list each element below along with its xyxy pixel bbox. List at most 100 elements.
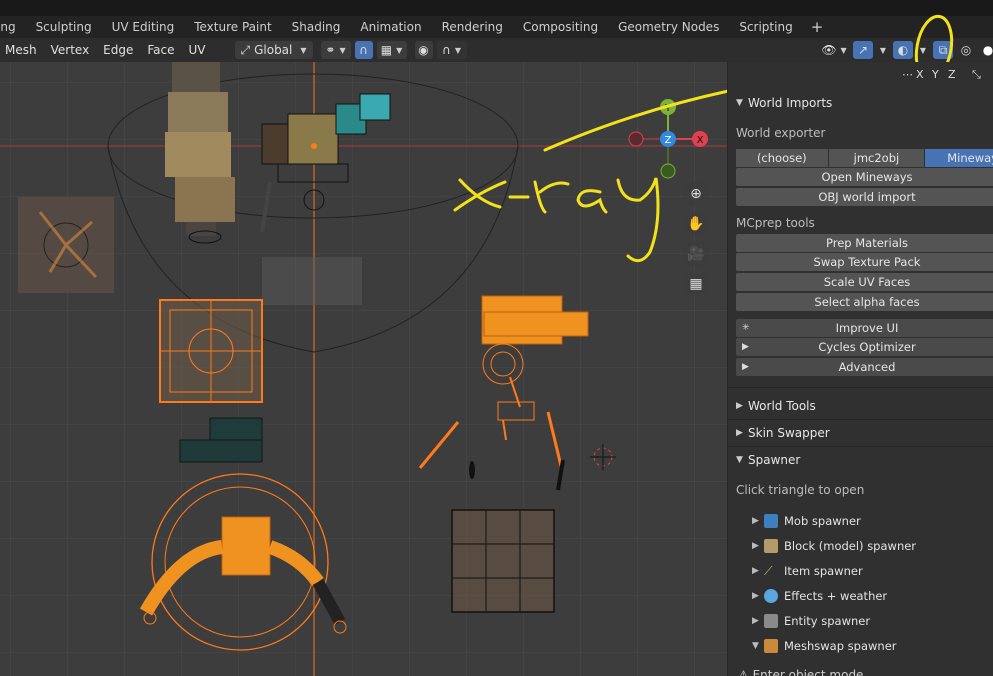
chevron-right-icon: ▶: [752, 616, 759, 626]
tab-texture-paint[interactable]: Texture Paint: [184, 16, 281, 38]
chevron-down-icon: ▼: [840, 45, 847, 55]
scale-uv-faces-button[interactable]: Scale UV Faces: [736, 273, 993, 291]
tab-scripting[interactable]: Scripting: [729, 16, 802, 38]
menu-vertex[interactable]: Vertex: [44, 43, 97, 57]
pivot-point-button[interactable]: ⚭ ▼: [320, 41, 351, 59]
menu-uv[interactable]: UV: [182, 43, 213, 57]
add-workspace-button[interactable]: +: [803, 18, 832, 36]
tab-uv-editing[interactable]: UV Editing: [102, 16, 185, 38]
tab-compositing[interactable]: Compositing: [513, 16, 608, 38]
spawner-item-entity[interactable]: ▶ Entity spawner: [752, 614, 870, 628]
grid-icon: ▦: [689, 276, 703, 292]
wireframe-shading-button[interactable]: ◎: [957, 41, 975, 59]
orientation-dropdown[interactable]: ⤢ Global ▼: [234, 41, 313, 59]
visibility-button[interactable]: 👁 ▼: [819, 41, 849, 59]
select-alpha-faces-button[interactable]: Select alpha faces: [736, 293, 993, 311]
block-icon: [764, 539, 778, 553]
section-world-tools[interactable]: ▶ World Tools: [736, 399, 816, 413]
meshswap-icon: [764, 639, 778, 653]
prep-materials-button[interactable]: Prep Materials: [736, 234, 993, 252]
section-title: World Imports: [748, 96, 833, 110]
tab-shading[interactable]: Shading: [282, 16, 351, 38]
warning-icon: ⚠: [738, 668, 749, 676]
falloff-button[interactable]: ∩ ▼: [436, 41, 467, 59]
selected-character-object: [418, 295, 589, 491]
exporter-choose[interactable]: (choose): [736, 149, 828, 167]
spawner-hint: Click triangle to open: [736, 483, 865, 497]
chevron-down-icon: ▼: [736, 455, 743, 465]
advanced-toggle[interactable]: ▶ Advanced: [736, 358, 993, 376]
snap-target-button[interactable]: ▦ ▼: [376, 41, 407, 59]
obj-import-button[interactable]: OBJ world import: [736, 188, 993, 206]
cycles-optimizer-label: Cycles Optimizer: [818, 340, 916, 354]
zoom-button[interactable]: ⊕: [683, 181, 709, 207]
overlays-icon: ◐: [897, 43, 909, 57]
chevron-down-icon: ▼: [752, 641, 759, 651]
xray-toggle[interactable]: ⧉: [933, 41, 953, 59]
tab-layout-partial[interactable]: ing: [0, 16, 26, 38]
overlays-dropdown[interactable]: ▼: [917, 41, 929, 59]
cycles-optimizer-toggle[interactable]: ▶ Cycles Optimizer: [736, 338, 993, 356]
swap-texture-pack-button[interactable]: Swap Texture Pack: [736, 253, 993, 271]
hand-icon: ✋: [687, 216, 705, 232]
proportional-edit-toggle[interactable]: ◉: [414, 41, 433, 59]
chevron-down-icon: ▼: [919, 45, 927, 55]
tab-rendering[interactable]: Rendering: [432, 16, 513, 38]
exporter-selector: (choose) jmc2obj Mineways: [736, 149, 993, 167]
gizmo-dropdown[interactable]: ▼: [877, 41, 889, 59]
spawner-item-meshswap[interactable]: ▼ Meshswap spawner: [752, 639, 897, 653]
tab-animation[interactable]: Animation: [350, 16, 431, 38]
mob-cube-icon: [764, 514, 778, 528]
improve-ui-button[interactable]: ✳ Improve UI: [736, 319, 993, 337]
blender-window: ing Sculpting UV Editing Texture Paint S…: [0, 0, 993, 676]
overlays-toggle[interactable]: ◐: [893, 41, 913, 59]
spawner-item-mob[interactable]: ▶ Mob spawner: [752, 514, 861, 528]
section-spawner[interactable]: ▼ Spawner: [736, 453, 800, 467]
chevron-right-icon: ▶: [752, 541, 759, 551]
spawner-item-label: Block (model) spawner: [784, 539, 917, 553]
pan-button[interactable]: ✋: [683, 211, 709, 237]
exporter-jmc2obj[interactable]: jmc2obj: [828, 149, 925, 167]
spawner-item-item[interactable]: ▶ ⟋ Item spawner: [752, 564, 863, 578]
mirror-x-toggle[interactable]: X: [916, 68, 924, 81]
chevron-right-icon: ▶: [752, 591, 759, 601]
tab-geometry-nodes[interactable]: Geometry Nodes: [608, 16, 729, 38]
wire-cube-object: [451, 509, 555, 613]
spawner-item-effects[interactable]: ▶ Effects + weather: [752, 589, 887, 603]
proportional-icon: ◉: [418, 43, 429, 57]
ortho-toggle-button[interactable]: ▦: [683, 271, 709, 297]
gizmo-toggle[interactable]: ↗: [853, 41, 873, 59]
workspace-tabs-bar: ing Sculpting UV Editing Texture Paint S…: [0, 16, 993, 38]
mirror-z-toggle[interactable]: Z: [948, 68, 956, 81]
world-exporter-label: World exporter: [736, 126, 826, 140]
chevron-right-icon: ▶: [742, 342, 749, 352]
auto-merge-icon[interactable]: ⤡: [972, 68, 981, 82]
open-mineways-button[interactable]: Open Mineways: [736, 168, 993, 186]
mirror-icon[interactable]: ⋯: [902, 68, 913, 81]
viewport-header: Mesh Vertex Edge Face UV ⤢ Global ▼ ⚭ ▼ ∩…: [0, 38, 993, 62]
footer-partial-text: ⚠ Enter object mode: [738, 668, 863, 676]
menu-face[interactable]: Face: [140, 43, 181, 57]
snap-toggle[interactable]: ∩: [354, 41, 373, 59]
exporter-mineways[interactable]: Mineways: [925, 149, 993, 167]
spawner-item-block[interactable]: ▶ Block (model) spawner: [752, 539, 916, 553]
tab-sculpting[interactable]: Sculpting: [26, 16, 102, 38]
section-title: Skin Swapper: [748, 426, 830, 440]
orientation-icon: ⤢: [240, 42, 251, 57]
menu-edge[interactable]: Edge: [96, 43, 140, 57]
effects-icon: [764, 589, 778, 603]
orientation-value: Global: [254, 43, 293, 57]
chevron-right-icon: ▶: [742, 362, 749, 372]
mirror-y-toggle[interactable]: Y: [932, 68, 939, 81]
chevron-down-icon: ▼: [396, 45, 403, 55]
chevron-right-icon: ▶: [752, 516, 759, 526]
chevron-down-icon: ▼: [879, 45, 887, 55]
3d-viewport[interactable]: Y X Z x-ray ⊕ ✋ 🎥 ▦: [0, 62, 727, 676]
solid-shading-button[interactable]: ●: [979, 41, 993, 59]
camera-view-button[interactable]: 🎥: [683, 241, 709, 267]
3d-cursor: [590, 444, 616, 470]
section-skin-swapper[interactable]: ▶ Skin Swapper: [736, 426, 830, 440]
menu-mesh[interactable]: Mesh: [0, 43, 44, 57]
section-world-imports[interactable]: ▼ World Imports: [736, 96, 832, 110]
gizmo-x-label: X: [697, 135, 704, 146]
